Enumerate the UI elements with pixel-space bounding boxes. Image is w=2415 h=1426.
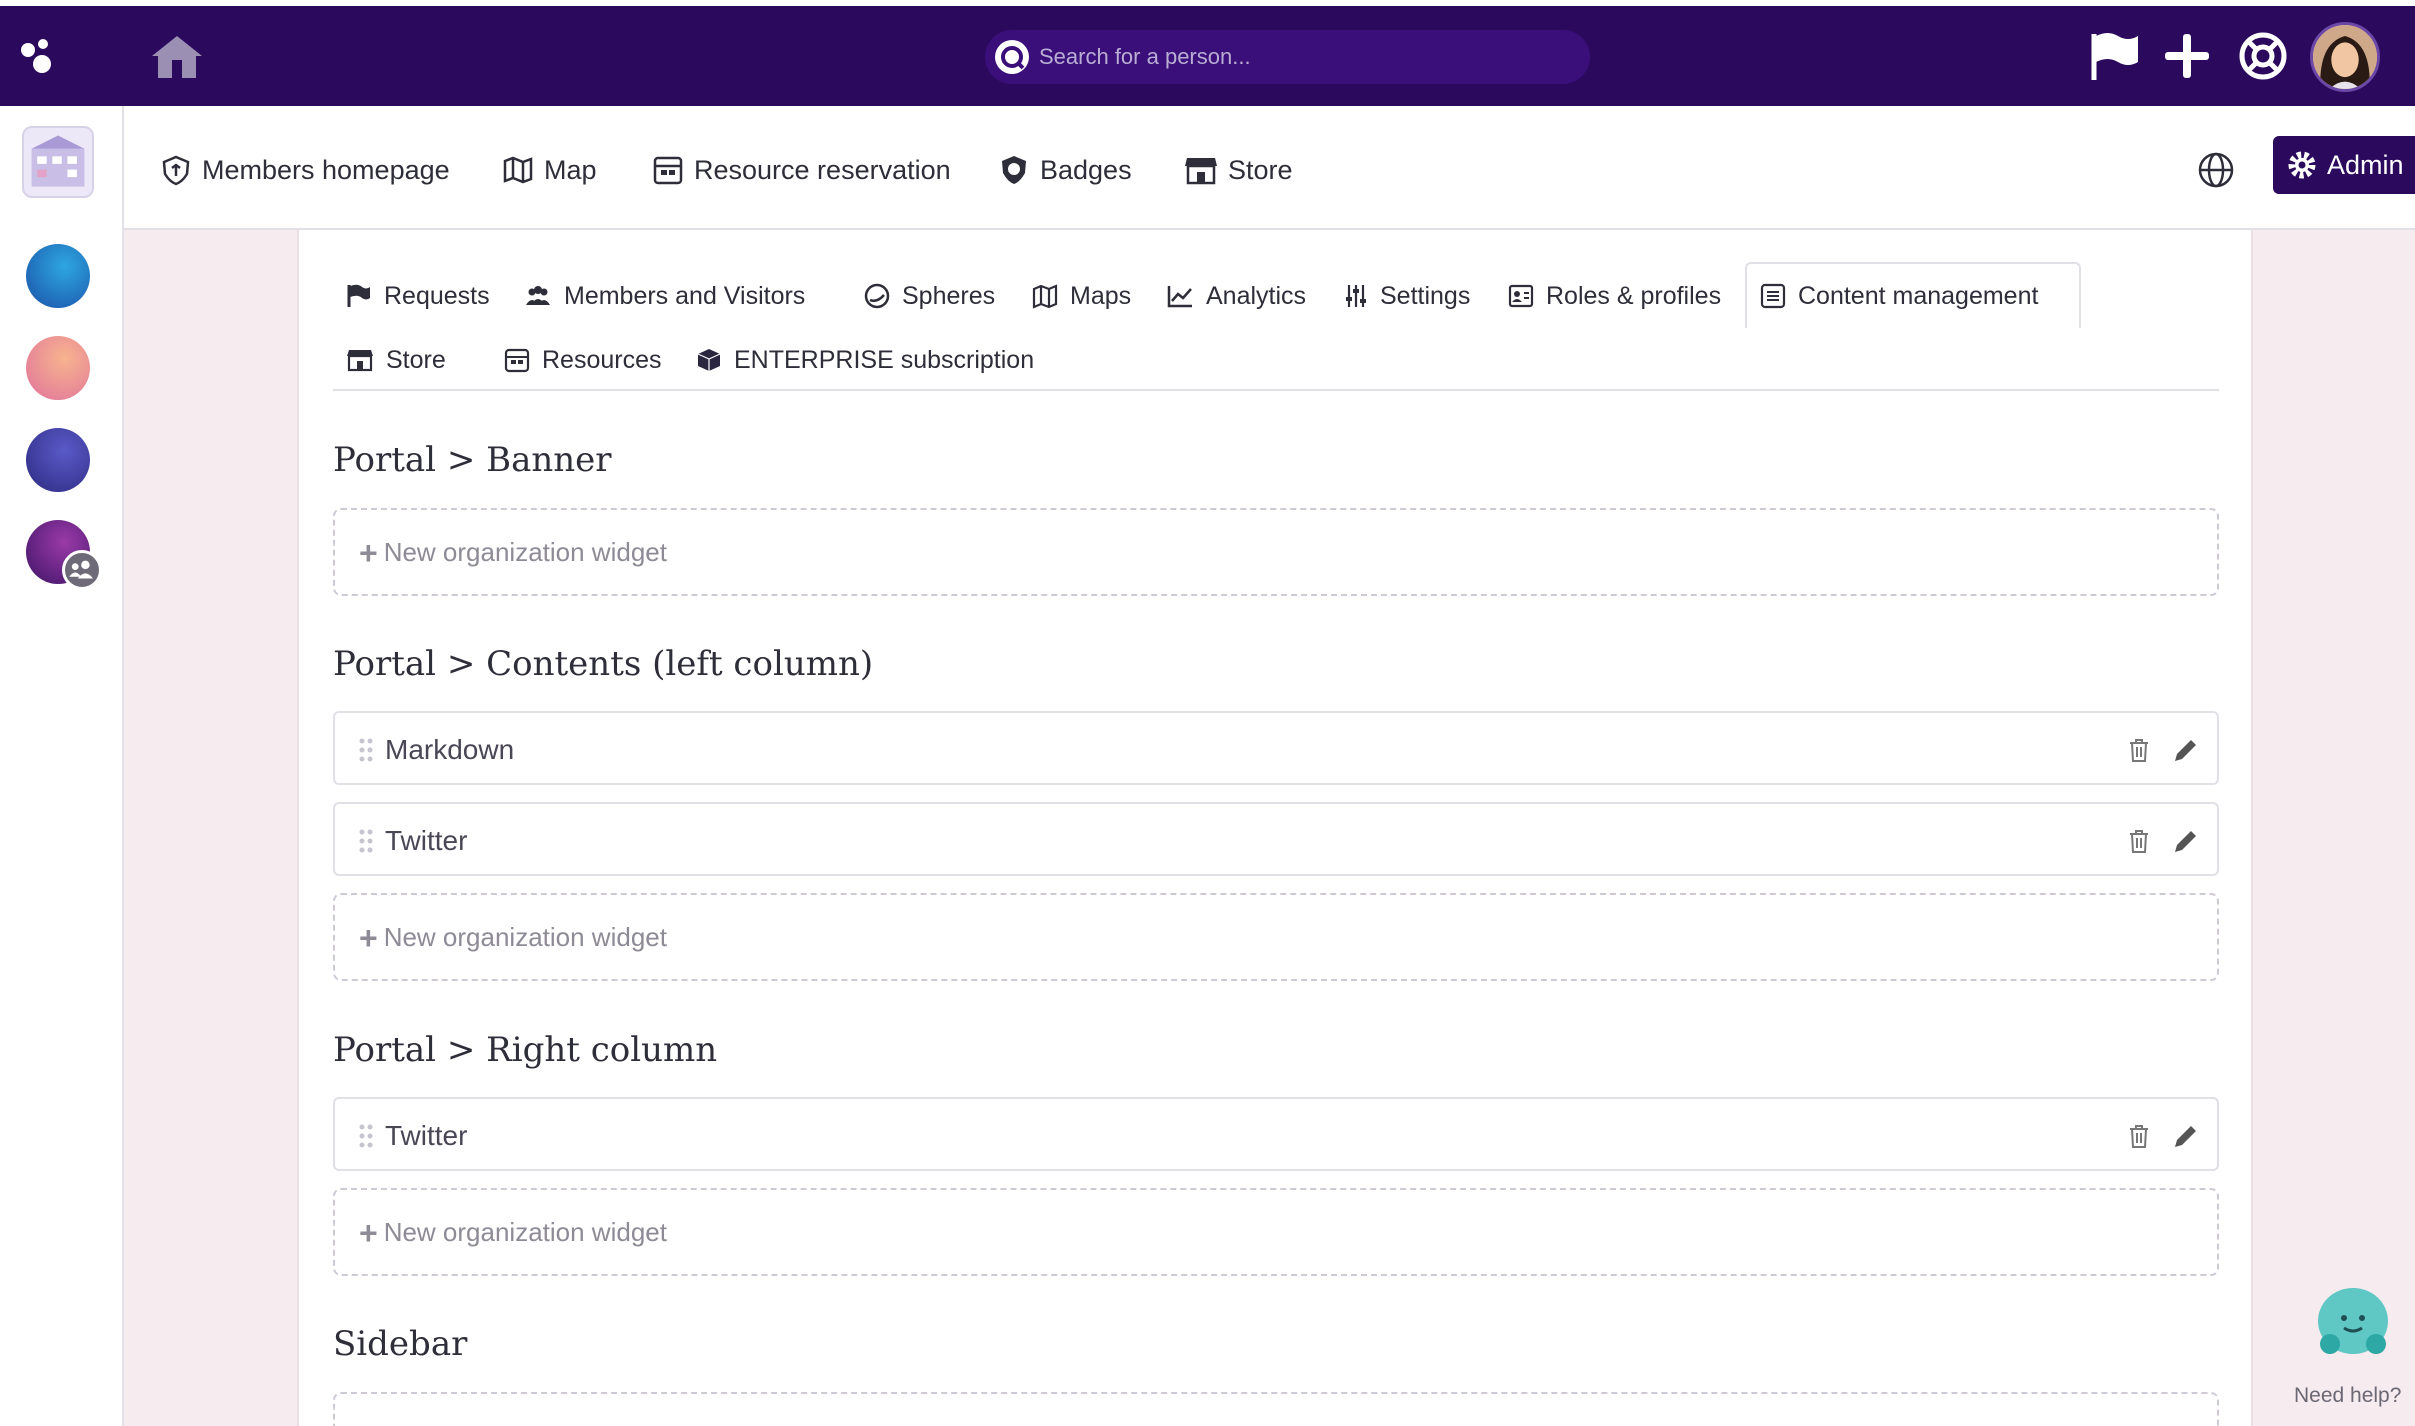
section-title-banner: Portal > Banner (333, 440, 612, 480)
plus-icon[interactable] (2160, 28, 2214, 84)
tab-roles-profiles[interactable]: Roles & profiles (1508, 276, 1721, 316)
tab-settings[interactable]: Settings (1344, 276, 1470, 316)
calendar-icon (504, 348, 530, 373)
top-left-area (0, 6, 124, 106)
search-bar[interactable]: Search for a person... (985, 30, 1590, 84)
pencil-icon[interactable] (2171, 826, 2201, 856)
section-title-left-column: Portal > Contents (left column) (333, 644, 874, 684)
chart-line-icon (1167, 286, 1192, 308)
users-icon (526, 286, 550, 305)
store-icon (347, 350, 373, 372)
nav-resource-reservation[interactable]: Resource reservation (652, 150, 951, 190)
trash-icon[interactable] (2127, 1123, 2151, 1149)
search-icon (995, 40, 1029, 74)
new-widget-dropzone-right-column[interactable]: + New organization widget (333, 1188, 2219, 1276)
sphere-pink[interactable] (26, 336, 90, 400)
shield-home-icon (162, 155, 190, 186)
trash-icon[interactable] (2127, 737, 2151, 763)
pencil-icon[interactable] (2171, 1121, 2201, 1151)
badge-icon (1002, 156, 1026, 184)
tab-requests[interactable]: Requests (346, 276, 490, 316)
nav-map[interactable]: Map (502, 150, 597, 190)
new-widget-button[interactable]: + New organization widget (359, 1214, 667, 1251)
calendar-icon (653, 156, 683, 185)
widget-row[interactable]: Twitter (333, 1097, 2219, 1171)
store-icon (1185, 158, 1217, 185)
widget-row[interactable]: Markdown (333, 711, 2219, 785)
home-icon[interactable] (150, 32, 204, 82)
top-bar: Search for a person... (0, 0, 2415, 106)
user-avatar[interactable] (2310, 22, 2380, 92)
sphere-blue[interactable] (26, 244, 90, 308)
tab-store[interactable]: Store (346, 340, 446, 380)
tab-spheres[interactable]: Spheres (864, 276, 995, 316)
widget-label: Twitter (385, 825, 468, 856)
plus-icon: + (359, 1214, 378, 1251)
new-widget-button[interactable]: + New organization widget (359, 919, 667, 956)
new-widget-dropzone-sidebar[interactable] (333, 1392, 2219, 1426)
admin-menu-button[interactable]: Admin (2273, 136, 2415, 194)
organization-logo[interactable] (22, 126, 94, 198)
drag-handle-icon[interactable] (357, 1123, 375, 1149)
tab-maps[interactable]: Maps (1032, 276, 1131, 316)
sphere-indigo[interactable] (26, 428, 90, 492)
id-card-icon (1508, 284, 1534, 308)
logo-icon[interactable] (16, 36, 60, 80)
new-widget-dropzone-left-column[interactable]: + New organization widget (333, 893, 2219, 981)
drag-handle-icon[interactable] (357, 737, 375, 763)
plus-icon: + (359, 919, 378, 956)
cube-icon (697, 349, 721, 371)
globe-icon[interactable] (2196, 150, 2236, 190)
sphere-icon (864, 283, 890, 309)
list-icon (1760, 283, 1786, 309)
group-badge-icon (62, 550, 102, 590)
tab-enterprise-subscription[interactable]: ENTERPRISE subscription (696, 340, 1034, 380)
spheres-rail (0, 106, 124, 1426)
plus-icon: + (359, 534, 378, 571)
nav-members-homepage[interactable]: Members homepage (160, 150, 450, 190)
flag-icon (347, 284, 370, 307)
new-widget-dropzone-banner[interactable]: + New organization widget (333, 508, 2219, 596)
map-icon (503, 156, 533, 184)
nav-badges[interactable]: Badges (998, 150, 1132, 190)
tab-members-visitors[interactable]: Members and Visitors (524, 276, 805, 316)
widget-label: Markdown (385, 734, 515, 765)
help-ring-icon[interactable] (2236, 28, 2290, 84)
drag-handle-icon[interactable] (357, 828, 375, 854)
tab-analytics[interactable]: Analytics (1166, 276, 1306, 316)
help-label[interactable]: Need help? (2294, 1384, 2401, 1408)
tab-content-management[interactable]: Content management (1760, 276, 2038, 316)
trash-icon[interactable] (2127, 828, 2151, 854)
section-title-sidebar: Sidebar (333, 1324, 468, 1364)
gear-icon (2288, 151, 2316, 179)
widget-label: Twitter (385, 1120, 468, 1151)
pencil-icon[interactable] (2171, 735, 2201, 765)
nav-store[interactable]: Store (1184, 150, 1293, 190)
search-placeholder: Search for a person... (1039, 44, 1251, 69)
widget-row[interactable]: Twitter (333, 802, 2219, 876)
main-navbar: Members homepage Map Resource reservatio… (124, 106, 2415, 230)
sliders-icon (1346, 285, 1366, 307)
map-icon (1032, 284, 1058, 309)
tab-resources[interactable]: Resources (504, 340, 662, 380)
help-bot-icon[interactable] (2318, 1288, 2388, 1354)
tabs-divider (333, 389, 2219, 391)
flag-icon[interactable] (2088, 28, 2142, 84)
new-widget-button[interactable]: + New organization widget (359, 534, 667, 571)
section-title-right-column: Portal > Right column (333, 1030, 718, 1070)
